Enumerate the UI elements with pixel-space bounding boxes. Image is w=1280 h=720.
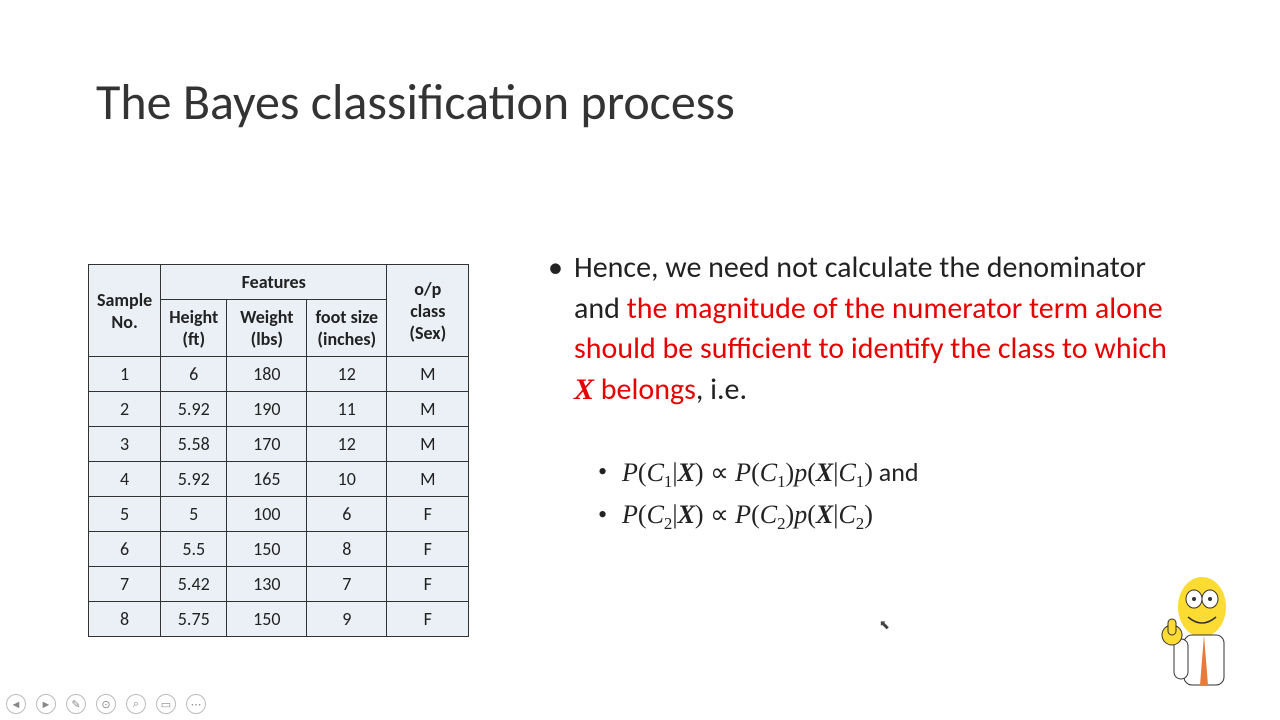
table-row: 35.5817012M xyxy=(89,427,469,462)
cell-no: 7 xyxy=(89,567,161,602)
equation-2: P(C2|X) ∝ P(C2)p(X|C2) xyxy=(598,495,1188,537)
cell-weight: 170 xyxy=(227,427,307,462)
data-table: Sample No. Features o/p class (Sex) Heig… xyxy=(88,264,469,637)
cell-height: 5.92 xyxy=(161,462,227,497)
cell-cls: M xyxy=(387,392,469,427)
cell-weight: 165 xyxy=(227,462,307,497)
cell-foot: 6 xyxy=(307,497,387,532)
cell-cls: F xyxy=(387,532,469,567)
slide: The Bayes classification process Sample … xyxy=(0,0,1280,720)
cell-cls: F xyxy=(387,497,469,532)
cell-weight: 150 xyxy=(227,602,307,637)
explanation-text: Hence, we need not calculate the denomin… xyxy=(548,248,1188,538)
cell-height: 5.75 xyxy=(161,602,227,637)
col-foot: foot size (inches) xyxy=(307,300,387,357)
cell-height: 5.92 xyxy=(161,392,227,427)
cell-no: 6 xyxy=(89,532,161,567)
view-all-slides-button[interactable]: ▭ xyxy=(156,694,176,714)
zoom-button[interactable]: ⌕ xyxy=(126,694,146,714)
next-slide-button[interactable]: ► xyxy=(36,694,56,714)
laser-pointer-button[interactable]: ⊙ xyxy=(96,694,116,714)
cell-cls: M xyxy=(387,427,469,462)
cell-foot: 8 xyxy=(307,532,387,567)
cartoon-character-icon xyxy=(1144,569,1244,704)
cell-foot: 10 xyxy=(307,462,387,497)
equation-1: P(C1|X) ∝ P(C1)p(X|C1) and xyxy=(598,452,1188,495)
cell-no: 2 xyxy=(89,392,161,427)
cell-weight: 150 xyxy=(227,532,307,567)
bullet-paragraph: Hence, we need not calculate the denomin… xyxy=(548,248,1188,410)
cell-no: 3 xyxy=(89,427,161,462)
cell-height: 5 xyxy=(161,497,227,532)
col-features: Features xyxy=(161,265,387,300)
col-sample: Sample No. xyxy=(89,265,161,357)
text-part-3: , i.e. xyxy=(696,371,747,408)
col-height: Height (ft) xyxy=(161,300,227,357)
table-row: 1618012M xyxy=(89,357,469,392)
cell-no: 8 xyxy=(89,602,161,637)
table-row: 85.751509F xyxy=(89,602,469,637)
cell-height: 5.42 xyxy=(161,567,227,602)
text-highlight: the magnitude of the numerator term alon… xyxy=(574,290,1167,408)
cell-weight: 130 xyxy=(227,567,307,602)
more-options-button[interactable]: ⋯ xyxy=(186,694,206,714)
equation-list: P(C1|X) ∝ P(C1)p(X|C1) and P(C2|X) ∝ P(C… xyxy=(598,452,1188,538)
cell-cls: F xyxy=(387,602,469,637)
cell-no: 5 xyxy=(89,497,161,532)
col-weight: Weight (lbs) xyxy=(227,300,307,357)
cell-height: 5.58 xyxy=(161,427,227,462)
cell-weight: 100 xyxy=(227,497,307,532)
cell-no: 4 xyxy=(89,462,161,497)
cell-foot: 11 xyxy=(307,392,387,427)
table-row: 45.9216510M xyxy=(89,462,469,497)
cell-weight: 190 xyxy=(227,392,307,427)
cell-foot: 7 xyxy=(307,567,387,602)
cell-cls: M xyxy=(387,357,469,392)
cell-weight: 180 xyxy=(227,357,307,392)
cell-cls: M xyxy=(387,462,469,497)
cell-height: 6 xyxy=(161,357,227,392)
prev-slide-button[interactable]: ◄ xyxy=(6,694,26,714)
pen-tool-button[interactable]: ✎ xyxy=(66,694,86,714)
table-row: 75.421307F xyxy=(89,567,469,602)
cell-height: 5.5 xyxy=(161,532,227,567)
table-header-row-1: Sample No. Features o/p class (Sex) xyxy=(89,265,469,300)
cell-foot: 9 xyxy=(307,602,387,637)
cell-foot: 12 xyxy=(307,427,387,462)
cell-foot: 12 xyxy=(307,357,387,392)
cell-cls: F xyxy=(387,567,469,602)
cell-no: 1 xyxy=(89,357,161,392)
mouse-cursor-icon: ⬉ xyxy=(879,618,890,633)
slide-title: The Bayes classification process xyxy=(96,72,735,133)
table-row: 65.51508F xyxy=(89,532,469,567)
table-row: 551006F xyxy=(89,497,469,532)
table-row: 25.9219011M xyxy=(89,392,469,427)
presenter-toolbar: ◄ ► ✎ ⊙ ⌕ ▭ ⋯ xyxy=(6,694,206,714)
col-class: o/p class (Sex) xyxy=(387,265,469,357)
